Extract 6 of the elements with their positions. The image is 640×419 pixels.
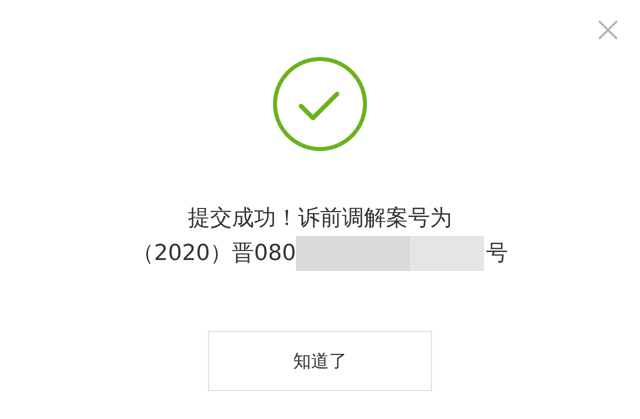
close-button[interactable]	[596, 18, 620, 42]
acknowledge-button[interactable]: 知道了	[208, 331, 432, 391]
close-icon	[597, 19, 619, 41]
case-number-text: （2020）晋080	[132, 240, 296, 268]
case-number-suffix: 号	[486, 240, 508, 268]
message-text: 提交成功！诉前调解案号为	[188, 205, 452, 233]
